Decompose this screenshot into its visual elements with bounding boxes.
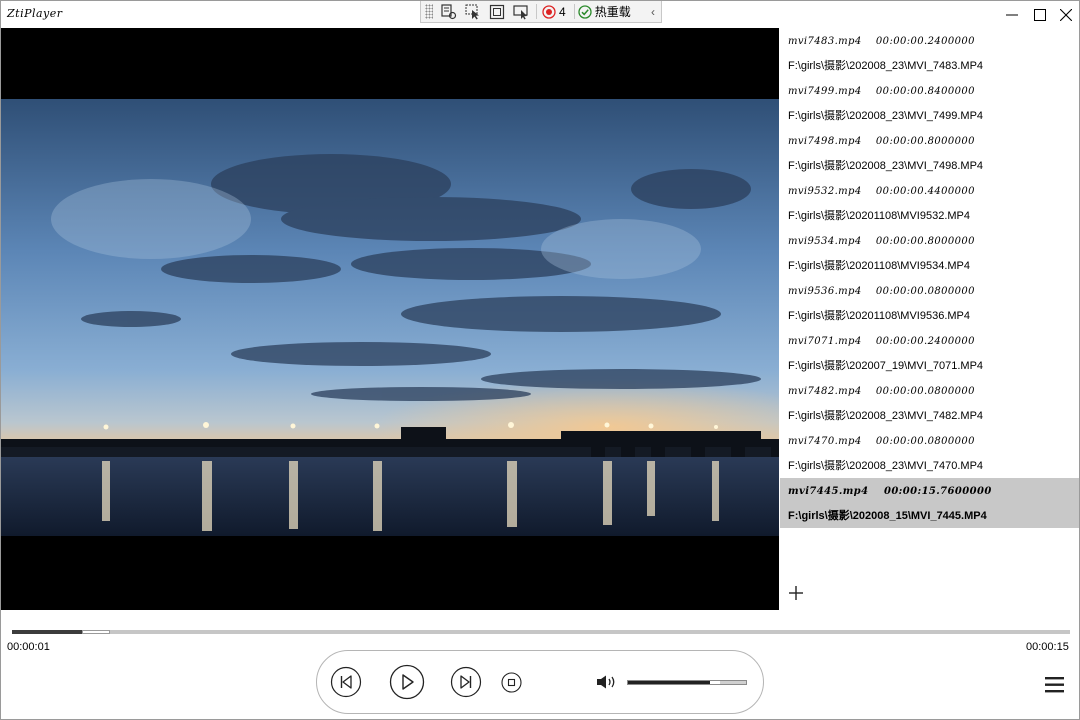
plus-icon — [789, 586, 803, 600]
hot-reload-status[interactable]: 热重载 — [578, 3, 631, 20]
playlist-item[interactable]: mvi7470.mp4 00:00:00.0800000 F:\girls\摄影\… — [780, 428, 1079, 478]
seek-bar[interactable] — [12, 630, 1070, 634]
minimize-icon — [1006, 14, 1018, 16]
play-icon — [389, 664, 425, 700]
playlist-item[interactable]: mvi7499.mp4 00:00:00.8400000 F:\girls\摄影\… — [780, 78, 1079, 128]
playlist-item[interactable]: mvi7482.mp4 00:00:00.0800000 F:\girls\摄影\… — [780, 378, 1079, 428]
playlist-item-name: mvi7445.mp4 00:00:15.7600000 — [788, 486, 992, 497]
previous-icon — [330, 666, 362, 698]
add-file-button[interactable] — [787, 584, 805, 602]
binding-failures[interactable]: 4 — [542, 5, 566, 19]
volume-slider[interactable] — [627, 680, 747, 685]
minimize-button[interactable] — [997, 1, 1027, 29]
playlist-item-name: mvi7483.mp4 00:00:00.2400000 — [788, 36, 975, 47]
app-title: ZtiPlayer — [7, 7, 63, 20]
playlist-item[interactable]: mvi7071.mp4 00:00:00.2400000 F:\girls\摄影\… — [780, 328, 1079, 378]
playlist-item-path: F:\girls\摄影\202007_19\MVI_7071.MP4 — [788, 360, 984, 372]
play-button[interactable] — [389, 664, 425, 700]
playlist-item-path: F:\girls\摄影\20201108\MVI9532.MP4 — [788, 210, 970, 222]
display-layout-adorners-icon[interactable] — [485, 1, 509, 22]
playlist-item-name: mvi7482.mp4 00:00:00.0800000 — [788, 386, 975, 397]
next-icon — [450, 666, 482, 698]
playlist-item[interactable]: mvi7498.mp4 00:00:00.8000000 F:\girls\摄影\… — [780, 128, 1079, 178]
playlist-item[interactable]: mvi9534.mp4 00:00:00.8000000 F:\girls\摄影\… — [780, 228, 1079, 278]
collapse-toolbar-icon[interactable]: ‹ — [651, 5, 655, 19]
select-element-icon[interactable] — [461, 1, 485, 22]
stop-button[interactable] — [501, 672, 522, 693]
playlist-items: mvi7483.mp4 00:00:00.2400000 F:\girls\摄影\… — [780, 28, 1079, 528]
playlist-item-name: mvi9534.mp4 00:00:00.8000000 — [788, 236, 975, 247]
playlist-item-name: mvi7071.mp4 00:00:00.2400000 — [788, 336, 975, 347]
hot-reload-label: 热重载 — [594, 5, 631, 19]
playlist-item-name: mvi9532.mp4 00:00:00.4400000 — [788, 186, 975, 197]
menu-icon — [1045, 677, 1064, 693]
close-icon — [1060, 9, 1072, 21]
playlist-item-name: mvi7498.mp4 00:00:00.8000000 — [788, 136, 975, 147]
toolbar-separator — [536, 4, 537, 19]
close-button[interactable] — [1051, 1, 1079, 29]
playlist-item-path: F:\girls\摄影\202008_23\MVI_7499.MP4 — [788, 110, 984, 122]
player-window: ZtiPlayer 4 热重载 ‹ mvi7483.mp4 00:00:00.2… — [0, 0, 1080, 720]
seek-bar-played — [12, 630, 82, 634]
toolbar-separator — [573, 4, 575, 19]
toolbar-grip-icon[interactable] — [425, 4, 433, 19]
playlist-item[interactable]: mvi9532.mp4 00:00:00.4400000 F:\girls\摄影\… — [780, 178, 1079, 228]
video-surface[interactable] — [1, 28, 779, 610]
volume-button[interactable] — [596, 674, 618, 690]
next-button[interactable] — [450, 666, 482, 698]
playlist-item-path: F:\girls\摄影\20201108\MVI9534.MP4 — [788, 260, 970, 272]
playlist-panel: mvi7483.mp4 00:00:00.2400000 F:\girls\摄影\… — [780, 28, 1079, 610]
total-time: 00:00:15 — [1026, 641, 1069, 653]
live-visual-tree-icon[interactable] — [437, 1, 461, 22]
playlist-item-path: F:\girls\摄影\20201108\MVI9536.MP4 — [788, 310, 970, 322]
check-circle-icon — [578, 4, 592, 19]
current-time: 00:00:01 — [7, 641, 50, 653]
volume-thumb[interactable] — [710, 681, 721, 684]
menu-button[interactable] — [1044, 676, 1066, 694]
volume-icon — [597, 675, 615, 689]
playlist-item-name: mvi7470.mp4 00:00:00.0800000 — [788, 436, 975, 447]
volume-level — [628, 681, 715, 684]
stop-icon — [501, 672, 522, 693]
record-icon — [542, 4, 556, 19]
track-focused-element-icon[interactable] — [509, 1, 533, 22]
previous-button[interactable] — [330, 666, 362, 698]
playlist-item-path: F:\girls\摄影\202008_23\MVI_7498.MP4 — [788, 160, 984, 172]
playlist-item-name: mvi7499.mp4 00:00:00.8400000 — [788, 86, 975, 97]
playlist-item-path: F:\girls\摄影\202008_23\MVI_7470.MP4 — [788, 460, 984, 472]
xaml-debug-toolbar: 4 热重载 ‹ — [420, 1, 662, 23]
playlist-item-path: F:\girls\摄影\202008_15\MVI_7445.MP4 — [788, 510, 987, 522]
video-frame — [1, 99, 779, 536]
binding-failure-count: 4 — [559, 4, 566, 19]
playlist-item[interactable]: mvi7445.mp4 00:00:15.7600000 F:\girls\摄影\… — [780, 478, 1079, 528]
playlist-item[interactable]: mvi7483.mp4 00:00:00.2400000 F:\girls\摄影\… — [780, 28, 1079, 78]
seek-bar-thumb[interactable] — [81, 630, 111, 634]
playlist-item[interactable]: mvi9536.mp4 00:00:00.0800000 F:\girls\摄影\… — [780, 278, 1079, 328]
playlist-item-path: F:\girls\摄影\202008_23\MVI_7482.MP4 — [788, 410, 984, 422]
playlist-item-path: F:\girls\摄影\202008_23\MVI_7483.MP4 — [788, 60, 984, 72]
playlist-item-name: mvi9536.mp4 00:00:00.0800000 — [788, 286, 975, 297]
maximize-icon — [1034, 9, 1046, 21]
